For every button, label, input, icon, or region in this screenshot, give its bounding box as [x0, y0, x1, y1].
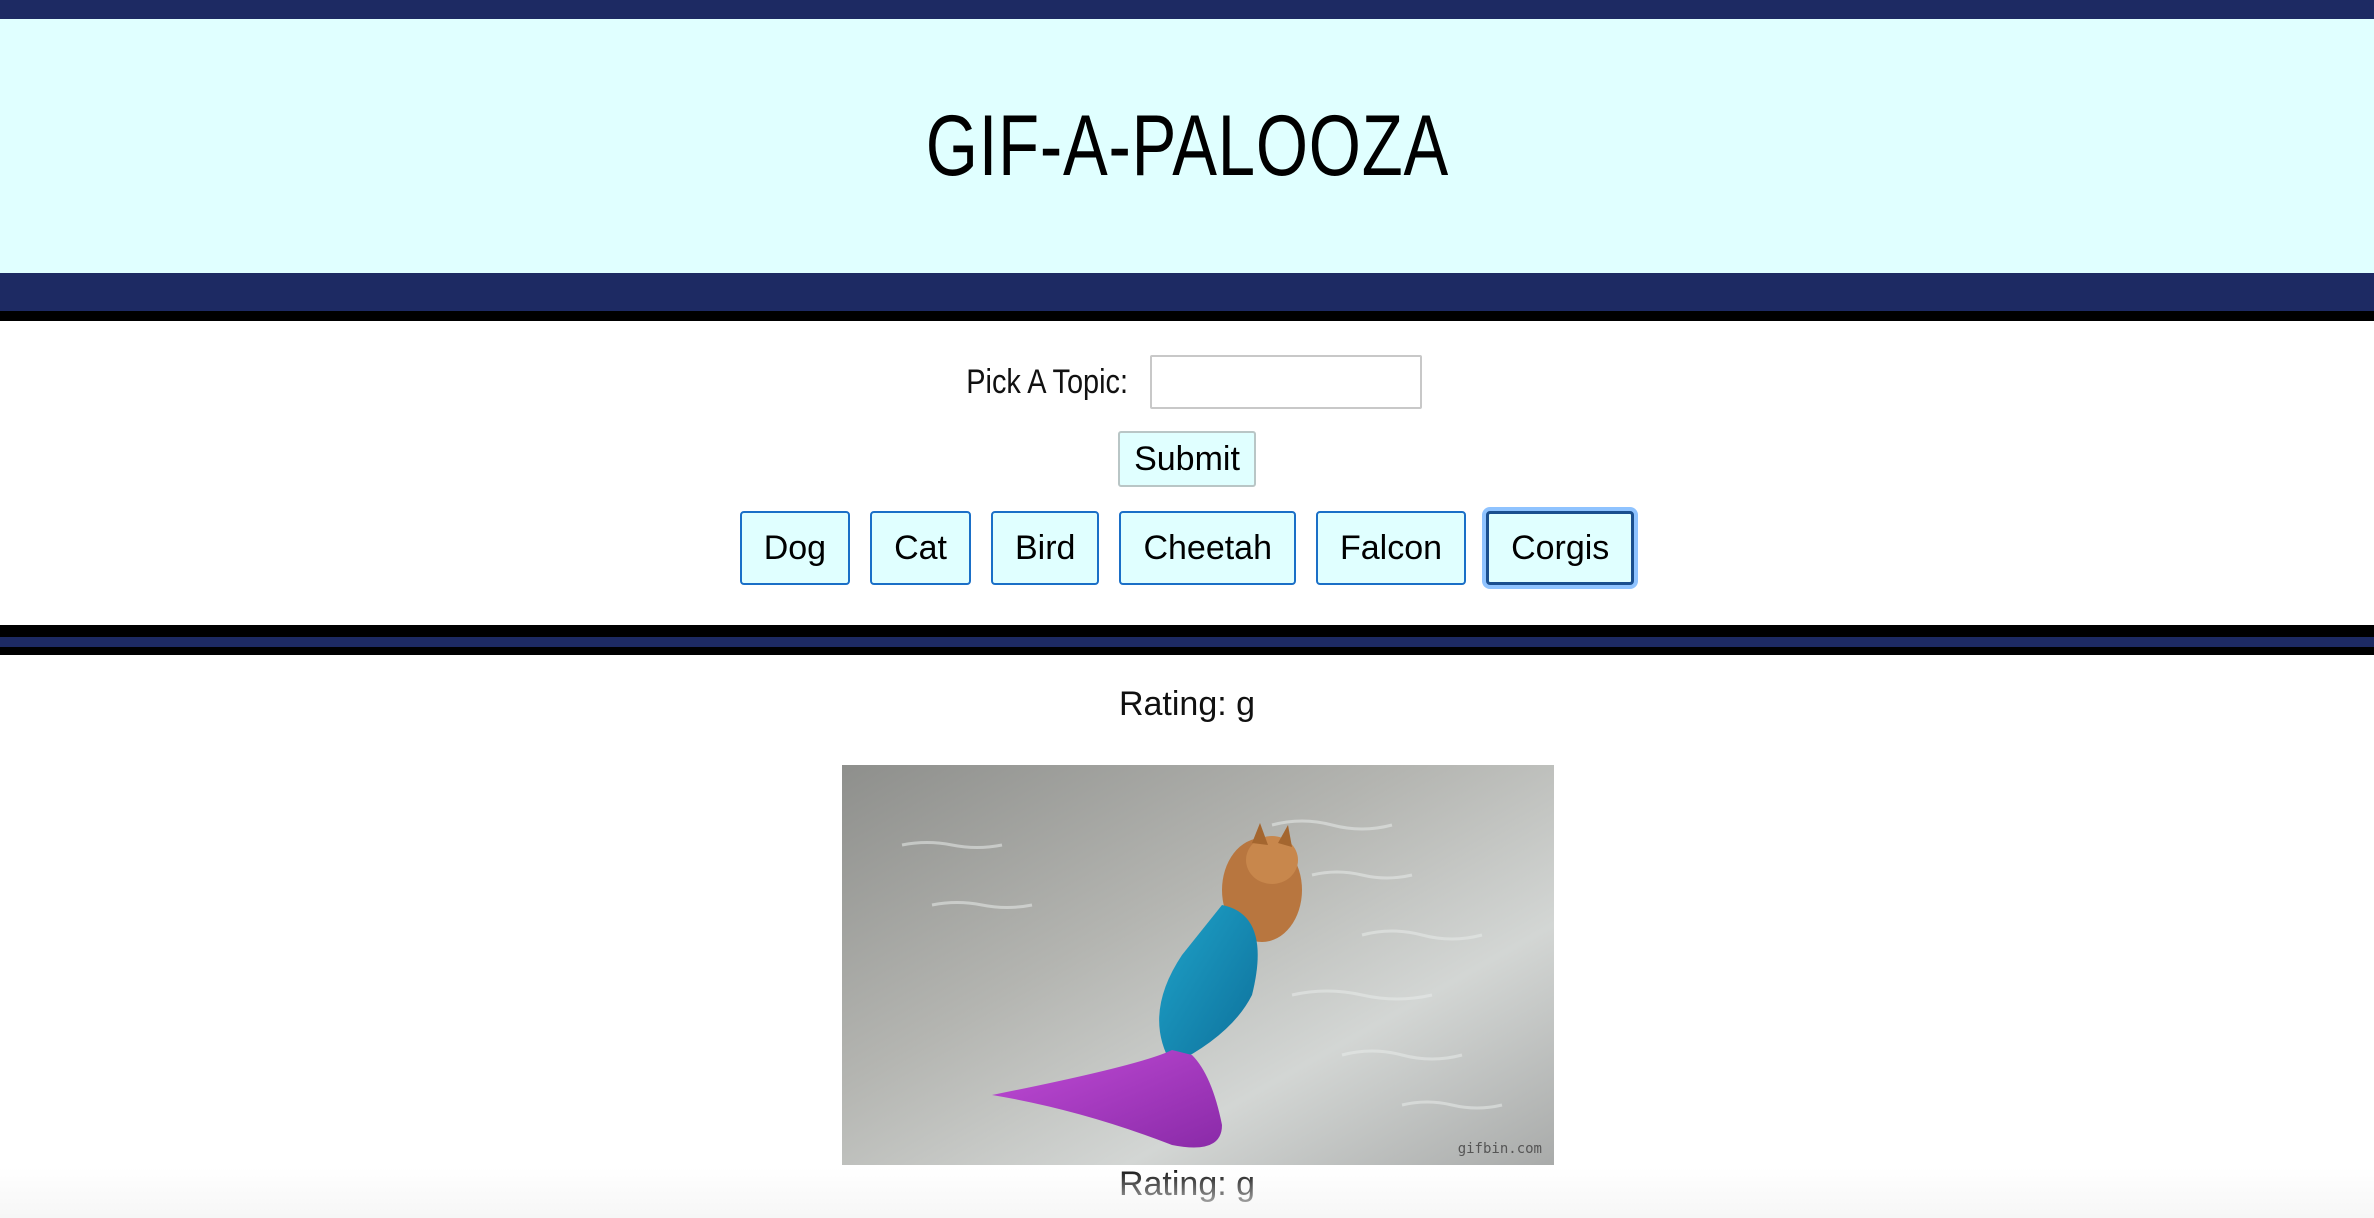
topic-input[interactable]	[1150, 355, 1423, 409]
topic-button-cat[interactable]: Cat	[870, 511, 971, 585]
topic-label: Pick A Topic:	[966, 362, 1128, 401]
corgi-mermaid-illustration	[842, 765, 1554, 1165]
cloud-banner-thin	[0, 637, 2374, 647]
gif-rating: Rating: g	[1118, 685, 1256, 723]
topic-form-row: Pick A Topic:	[0, 352, 2374, 412]
gif-rating: Rating: g	[1118, 1165, 1256, 1203]
page-title: GIF-A-PALOOZA	[925, 97, 1449, 194]
submit-row: Submit	[0, 431, 2374, 489]
cloud-banner-top	[0, 0, 2374, 19]
divider-top	[0, 311, 2374, 321]
topic-controls: Pick A Topic: Submit Dog Cat Bird Cheeta…	[0, 321, 2374, 625]
topic-button-dog[interactable]: Dog	[739, 511, 851, 585]
submit-button[interactable]: Submit	[1118, 431, 1256, 487]
topic-button-cheetah[interactable]: Cheetah	[1119, 511, 1296, 585]
cloud-banner-middle	[0, 273, 2374, 311]
page: GIF-A-PALOOZA Pick A Topic: Submit Dog C…	[0, 0, 2374, 1218]
topic-button-falcon[interactable]: Falcon	[1316, 511, 1467, 585]
gif-results: Rating: g gifbin.com Rating: g	[0, 655, 2374, 1218]
topic-button-bird[interactable]: Bird	[990, 511, 1100, 585]
divider-bottom	[0, 647, 2374, 655]
gif-watermark: gifbin.com	[1457, 1141, 1542, 1157]
topic-button-list: Dog Cat Bird Cheetah Falcon Corgis	[0, 508, 2374, 588]
topic-button-corgis[interactable]: Corgis	[1486, 511, 1635, 585]
divider-middle	[0, 625, 2374, 637]
site-header: GIF-A-PALOOZA	[0, 19, 2374, 273]
gif-image[interactable]: gifbin.com	[842, 765, 1554, 1165]
